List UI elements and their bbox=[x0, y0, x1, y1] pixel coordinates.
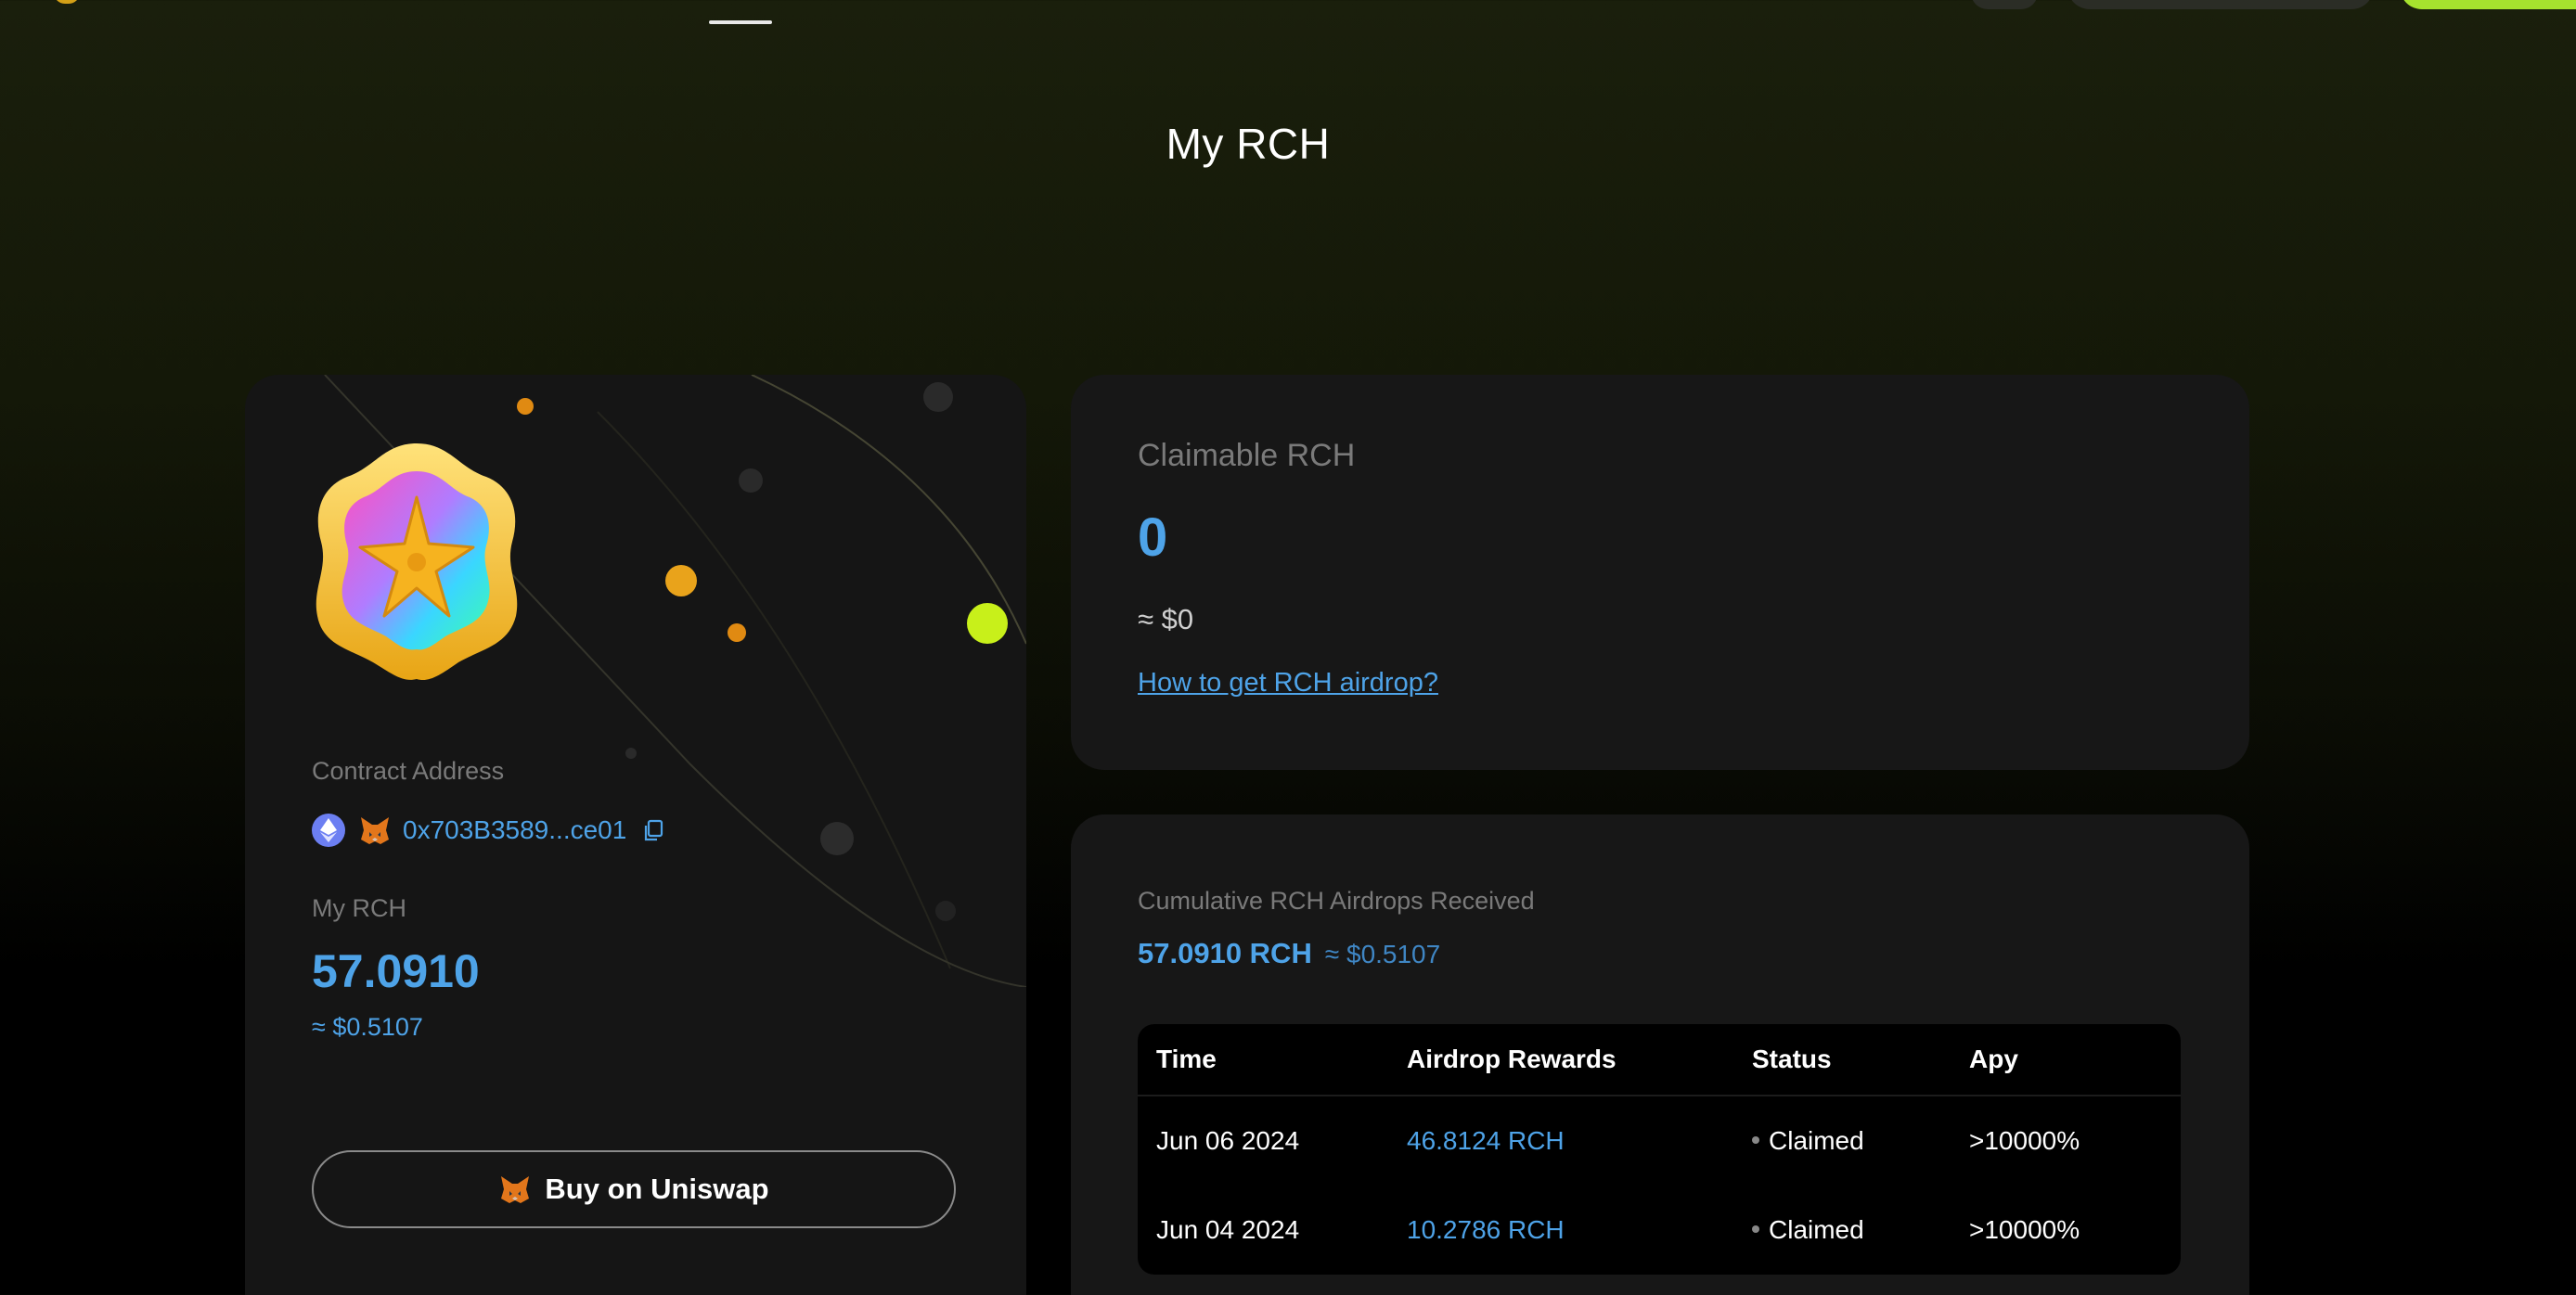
copy-icon[interactable] bbox=[641, 818, 665, 842]
airdrop-help-link[interactable]: How to get RCH airdrop? bbox=[1138, 668, 1438, 699]
claimable-usd-value: ≈ $0 bbox=[1138, 603, 1194, 635]
cumulative-value-row: 57.0910 RCH ≈ $0.5107 bbox=[1138, 937, 1440, 970]
column-header-rewards: Airdrop Rewards bbox=[1407, 1045, 1616, 1073]
buy-button-label: Buy on Uniswap bbox=[545, 1173, 769, 1205]
table-row: Jun 04 2024 10.2786 RCH Claimed >10000% bbox=[1138, 1186, 2181, 1275]
row-reward[interactable]: 10.2786 RCH bbox=[1407, 1215, 1752, 1245]
contract-address-link[interactable]: 0x703B3589...ce01 bbox=[403, 815, 626, 845]
nav-icon-button[interactable] bbox=[1971, 0, 2038, 9]
status-dot-icon bbox=[1752, 1135, 1759, 1144]
cumulative-airdrops-card: Cumulative RCH Airdrops Received 57.0910… bbox=[1071, 814, 2249, 1295]
row-time: Jun 04 2024 bbox=[1156, 1215, 1300, 1244]
claimable-value: 0 bbox=[1138, 507, 1168, 568]
claimable-label: Claimable RCH bbox=[1138, 438, 1356, 473]
row-apy: >10000% bbox=[1969, 1126, 2080, 1155]
status-dot-icon bbox=[1752, 1224, 1759, 1233]
wallet-button[interactable] bbox=[2067, 0, 2374, 9]
primary-action-button[interactable] bbox=[2400, 0, 2576, 9]
table-header: Time Airdrop Rewards Status Apy bbox=[1138, 1024, 2181, 1096]
row-reward[interactable]: 46.8124 RCH bbox=[1407, 1126, 1752, 1156]
contract-address-label: Contract Address bbox=[312, 757, 505, 785]
table-row: Jun 06 2024 46.8124 RCH Claimed >10000% bbox=[1138, 1096, 2181, 1186]
active-nav-tab-indicator bbox=[709, 20, 772, 24]
page-title: My RCH bbox=[1166, 120, 1331, 168]
my-rch-label: My RCH bbox=[312, 894, 406, 922]
contract-address-row: 0x703B3589...ce01 bbox=[312, 811, 665, 850]
column-header-apy: Apy bbox=[1969, 1045, 2018, 1073]
token-card: Contract Address 0x703B3589...ce01 My RC… bbox=[245, 375, 1026, 1295]
column-header-time: Time bbox=[1156, 1045, 1217, 1073]
metamask-icon bbox=[498, 1173, 532, 1206]
claimable-card: Claimable RCH 0 ≈ $0 How to get RCH aird… bbox=[1071, 375, 2249, 770]
row-time: Jun 06 2024 bbox=[1156, 1126, 1300, 1155]
column-header-status: Status bbox=[1752, 1045, 1832, 1073]
cumulative-label: Cumulative RCH Airdrops Received bbox=[1138, 887, 1535, 915]
cumulative-usd-value: ≈ $0.5107 bbox=[1324, 940, 1441, 968]
metamask-icon[interactable] bbox=[358, 814, 392, 847]
buy-on-uniswap-button[interactable]: Buy on Uniswap bbox=[312, 1150, 956, 1228]
row-status: Claimed bbox=[1752, 1126, 1969, 1156]
app-logo-icon[interactable] bbox=[54, 0, 80, 4]
star-badge-icon bbox=[310, 440, 523, 683]
row-apy: >10000% bbox=[1969, 1215, 2080, 1244]
my-rch-balance: 57.0910 bbox=[312, 945, 480, 997]
row-status-label: Claimed bbox=[1769, 1215, 1864, 1244]
row-status: Claimed bbox=[1752, 1215, 1969, 1245]
row-status-label: Claimed bbox=[1769, 1126, 1864, 1155]
my-rch-usd-value: ≈ $0.5107 bbox=[312, 1013, 423, 1041]
ethereum-icon bbox=[312, 814, 345, 847]
cumulative-value: 57.0910 RCH bbox=[1138, 937, 1312, 969]
airdrop-history-table: Time Airdrop Rewards Status Apy Jun 06 2… bbox=[1138, 1024, 2181, 1275]
